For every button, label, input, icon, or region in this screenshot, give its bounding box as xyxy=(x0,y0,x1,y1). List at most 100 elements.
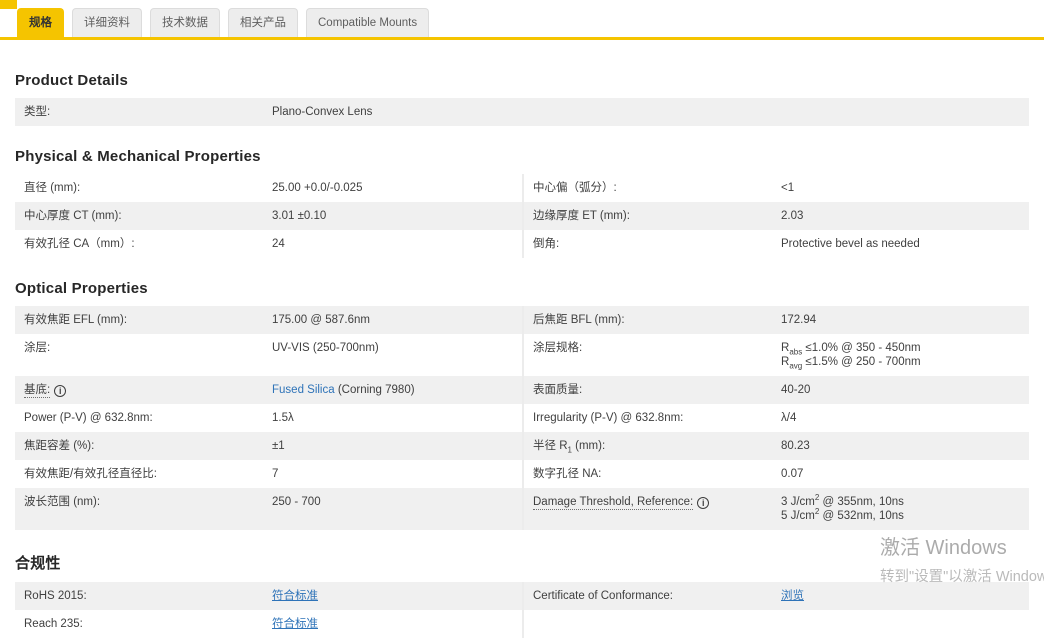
spec-cell: 波长范围 (nm): 250 - 700 xyxy=(15,488,522,530)
spec-value-damage-threshold: 3 J/cm2 @ 355nm, 10ns 5 J/cm2 @ 532nm, 10… xyxy=(781,493,904,522)
spec-label: RoHS 2015: xyxy=(24,590,87,602)
spec-label-damage-threshold: Damage Threshold, Reference: i xyxy=(533,495,781,510)
spec-cell: 表面质量: 40-20 xyxy=(522,376,1029,404)
tab-details[interactable]: 详细资料 xyxy=(72,8,142,37)
spec-label: 波长范围 (nm): xyxy=(24,496,101,508)
spec-cell xyxy=(522,610,1029,638)
spec-value: ±1 xyxy=(272,440,285,452)
spec-cell: 涂层规格: Rabs ≤1.0% @ 350 - 450nm Ravg ≤1.5%… xyxy=(522,334,1029,376)
spec-value: 浏览 xyxy=(781,589,1029,603)
fused-silica-link[interactable]: Fused Silica xyxy=(272,384,335,396)
spec-label-substrate: 基底: i xyxy=(24,383,272,398)
spec-label: 后焦距 BFL (mm): xyxy=(533,314,625,326)
section-title-physical: Physical & Mechanical Properties xyxy=(15,148,261,165)
spec-value: Plano-Convex Lens xyxy=(272,106,373,118)
spec-cell: 直径 (mm): 25.00 +0.0/-0.025 xyxy=(15,174,522,202)
spec-cell: 数字孔径 NA: 0.07 xyxy=(522,460,1029,488)
spec-value: 符合标准 xyxy=(272,589,522,603)
spec-value: 175.00 @ 587.6nm xyxy=(272,314,370,326)
table-row: 有效焦距/有效孔径直径比: 7 数字孔径 NA: 0.07 xyxy=(15,460,1029,488)
spec-label: Irregularity (P-V) @ 632.8nm: xyxy=(533,412,684,424)
spec-label: 数字孔径 NA: xyxy=(533,468,602,480)
table-row: Reach 235: 符合标准 xyxy=(15,610,1029,638)
spec-label: 边缘厚度 ET (mm): xyxy=(533,210,630,222)
table-row: 有效焦距 EFL (mm): 175.00 @ 587.6nm 后焦距 BFL … xyxy=(15,306,1029,334)
spec-cell: 涂层: UV-VIS (250-700nm) xyxy=(15,334,522,376)
spec-label: Power (P-V) @ 632.8nm: xyxy=(24,412,153,424)
substrate-tooltip-term[interactable]: 基底: xyxy=(24,384,51,398)
spec-cell: 有效孔径 CA（mm）: 24 xyxy=(15,230,522,258)
spec-label: 有效孔径 CA（mm）: xyxy=(24,238,135,250)
spec-value: <1 xyxy=(781,182,795,194)
spec-cell: Power (P-V) @ 632.8nm: 1.5λ xyxy=(15,404,522,432)
table-row: 波长范围 (nm): 250 - 700 Damage Threshold, R… xyxy=(15,488,1029,530)
spec-cell: Certificate of Conformance: 浏览 xyxy=(522,582,1029,610)
spec-cell: 类型: Plano-Convex Lens xyxy=(15,98,1029,126)
spec-label: 类型: xyxy=(24,106,51,118)
spec-value: 7 xyxy=(272,468,279,480)
scrolled-yellow-fragment xyxy=(0,0,17,9)
spec-cell: 基底: i Fused Silica (Corning 7980) xyxy=(15,376,522,404)
section-title-compliance: 合规性 xyxy=(15,555,61,572)
spec-cell: 焦距容差 (%): ±1 xyxy=(15,432,522,460)
table-row: 中心厚度 CT (mm): 3.01 ±0.10 边缘厚度 ET (mm): 2… xyxy=(15,202,1029,230)
spec-label: 涂层规格: xyxy=(533,342,583,354)
spec-value: 符合标准 xyxy=(272,617,522,631)
spec-label: 表面质量: xyxy=(533,384,583,396)
spec-cell: Reach 235: 符合标准 xyxy=(15,610,522,638)
spec-label-radius: 半径 R1 (mm): xyxy=(533,440,606,455)
tab-specs[interactable]: 规格 xyxy=(17,8,64,37)
spec-value: 3.01 ±0.10 xyxy=(272,210,327,222)
table-row: 直径 (mm): 25.00 +0.0/-0.025 中心偏（弧分）: <1 xyxy=(15,174,1029,202)
spec-value: λ/4 xyxy=(781,412,797,424)
section-title-product-details: Product Details xyxy=(15,72,129,89)
spec-cell: Irregularity (P-V) @ 632.8nm: λ/4 xyxy=(522,404,1029,432)
table-row: 涂层: UV-VIS (250-700nm) 涂层规格: Rabs ≤1.0% … xyxy=(15,334,1029,376)
physical-table: 直径 (mm): 25.00 +0.0/-0.025 中心偏（弧分）: <1 中… xyxy=(15,174,1029,258)
spec-cell: 倒角: Protective bevel as needed xyxy=(522,230,1029,258)
info-icon[interactable]: i xyxy=(54,385,67,397)
tab-compatible-mounts[interactable]: Compatible Mounts xyxy=(306,8,430,37)
table-row: 类型: Plano-Convex Lens xyxy=(15,98,1029,126)
coc-view-link[interactable]: 浏览 xyxy=(781,590,804,602)
compliance-table: RoHS 2015: 符合标准 Certificate of Conforman… xyxy=(15,582,1029,638)
spec-value: 24 xyxy=(272,238,285,250)
spec-value: 40-20 xyxy=(781,384,811,396)
table-row: 基底: i Fused Silica (Corning 7980) 表面质量: 4… xyxy=(15,376,1029,404)
spec-cell: 中心厚度 CT (mm): 3.01 ±0.10 xyxy=(15,202,522,230)
table-row: RoHS 2015: 符合标准 Certificate of Conforman… xyxy=(15,582,1029,610)
damage-threshold-tooltip-term[interactable]: Damage Threshold, Reference: xyxy=(533,496,694,510)
tab-technical-data[interactable]: 技术数据 xyxy=(150,8,220,37)
spec-label: Certificate of Conformance: xyxy=(533,590,673,602)
product-details-table: 类型: Plano-Convex Lens xyxy=(15,98,1029,126)
spec-cell: 边缘厚度 ET (mm): 2.03 xyxy=(522,202,1029,230)
table-row: 有效孔径 CA（mm）: 24 倒角: Protective bevel as … xyxy=(15,230,1029,258)
spec-value: 172.94 xyxy=(781,314,817,326)
tab-bar: 规格 详细资料 技术数据 相关产品 Compatible Mounts xyxy=(0,0,1044,40)
spec-value: Fused Silica (Corning 7980) xyxy=(272,383,522,397)
spec-label: 焦距容差 (%): xyxy=(24,440,95,452)
spec-label: 中心偏（弧分）: xyxy=(533,182,617,194)
spec-cell: Damage Threshold, Reference: i 3 J/cm2 @ … xyxy=(522,488,1029,530)
rohs-compliant-link[interactable]: 符合标准 xyxy=(272,590,318,602)
info-icon[interactable]: i xyxy=(697,497,710,509)
specs-content: Product Details 类型: Plano-Convex Lens Ph… xyxy=(0,72,1044,638)
spec-value: Protective bevel as needed xyxy=(781,238,920,250)
table-row: 焦距容差 (%): ±1 半径 R1 (mm): 80.23 xyxy=(15,432,1029,460)
spec-cell: 后焦距 BFL (mm): 172.94 xyxy=(522,306,1029,334)
reach-compliant-link[interactable]: 符合标准 xyxy=(272,618,318,630)
spec-value: 0.07 xyxy=(781,468,804,480)
spec-value: 25.00 +0.0/-0.025 xyxy=(272,182,363,194)
tab-related-products[interactable]: 相关产品 xyxy=(228,8,298,37)
spec-cell: 有效焦距/有效孔径直径比: 7 xyxy=(15,460,522,488)
optical-table: 有效焦距 EFL (mm): 175.00 @ 587.6nm 后焦距 BFL … xyxy=(15,306,1029,530)
table-row: Power (P-V) @ 632.8nm: 1.5λ Irregularity… xyxy=(15,404,1029,432)
spec-label: 有效焦距/有效孔径直径比: xyxy=(24,468,157,480)
spec-cell: RoHS 2015: 符合标准 xyxy=(15,582,522,610)
spec-value: UV-VIS (250-700nm) xyxy=(272,342,379,354)
spec-label: 直径 (mm): xyxy=(24,182,81,194)
spec-value: 2.03 xyxy=(781,210,804,222)
spec-value: 250 - 700 xyxy=(272,496,321,508)
spec-value-coating-specs: Rabs ≤1.0% @ 350 - 450nm Ravg ≤1.5% @ 250… xyxy=(781,342,921,371)
spec-cell: 半径 R1 (mm): 80.23 xyxy=(522,432,1029,460)
